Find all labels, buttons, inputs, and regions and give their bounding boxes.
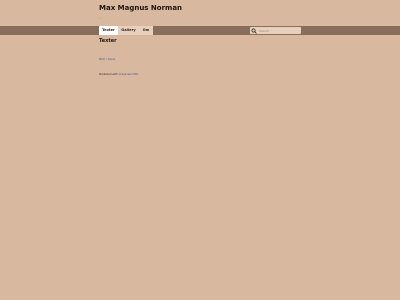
page-heading: Texter [99,38,117,44]
navigation-bar [0,26,400,35]
nav-item-texter[interactable]: Texter [99,26,118,35]
site-title[interactable]: Max Magnus Norman [99,4,182,12]
nav-item-om[interactable]: Om [139,26,153,35]
search-box[interactable] [250,27,301,34]
page: Max Magnus Norman ... Texter Gallery Om … [0,0,400,300]
search-input[interactable] [259,27,299,34]
nav-item-gallery[interactable]: Gallery [118,26,139,35]
footer-prefix: Published with [99,73,118,76]
footer-cms-link[interactable]: Grayscale CMS [119,73,138,76]
post-link[interactable]: BSV / Kone [99,57,115,61]
footer: Published with Grayscale CMS [99,73,138,76]
site-tagline: ... [99,17,102,20]
search-icon [251,28,257,34]
